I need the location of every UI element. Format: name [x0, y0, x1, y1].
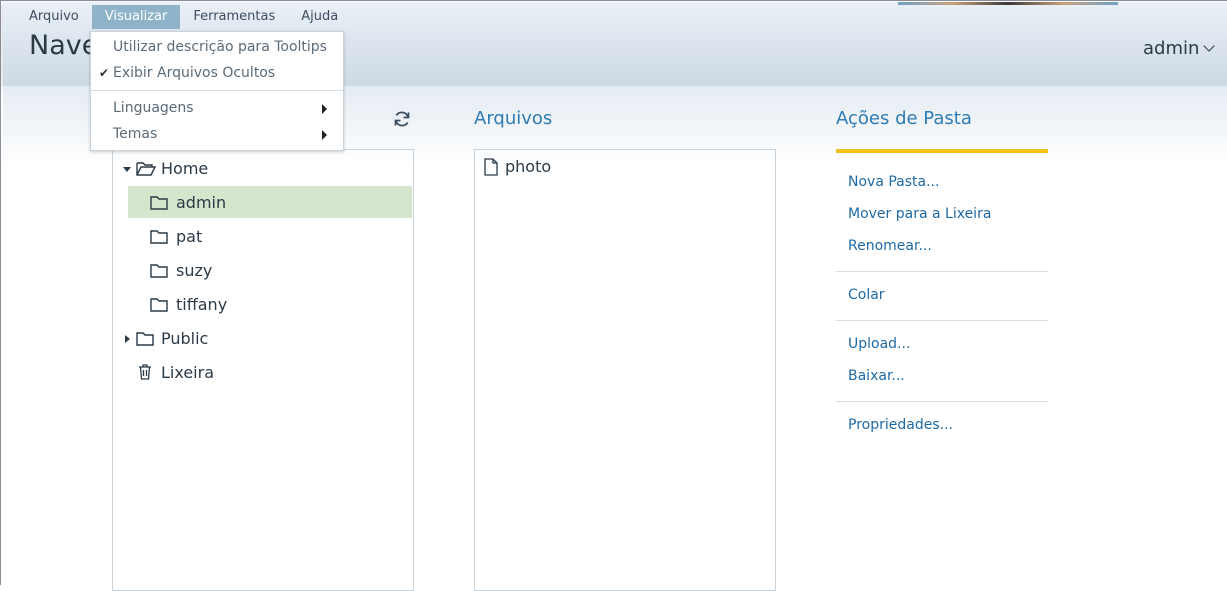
menu-visualizar[interactable]: Visualizar: [91, 5, 181, 29]
submenu-arrow-icon: [322, 130, 327, 140]
menu-item-languages[interactable]: Linguagens: [91, 95, 343, 121]
folder-icon: [150, 298, 168, 312]
refresh-icon[interactable]: [393, 110, 411, 128]
menu-ferramentas[interactable]: Ferramentas: [180, 5, 288, 29]
tree-item-lixeira[interactable]: Lixeira: [120, 357, 410, 389]
menu-item-themes[interactable]: Temas: [91, 121, 343, 147]
file-icon: [484, 158, 498, 176]
caret-right-icon[interactable]: [122, 334, 132, 344]
tree-item-pat[interactable]: pat: [150, 221, 410, 253]
caret-down-icon[interactable]: [122, 164, 132, 174]
tree-item-suzy[interactable]: suzy: [150, 255, 410, 287]
folder-actions-accent-bar: [836, 149, 1048, 153]
chevron-down-icon: [1203, 40, 1216, 52]
tree-item-admin[interactable]: admin: [150, 187, 410, 219]
header-banner-image: [898, 2, 1118, 5]
action-divider: [836, 320, 1048, 321]
action-move-to-trash[interactable]: Mover para a Lixeira: [848, 206, 991, 222]
tree-item-public[interactable]: Public: [120, 323, 410, 355]
menu-divider: [91, 90, 343, 91]
submenu-arrow-icon: [322, 104, 327, 114]
user-menu[interactable]: admin: [1143, 38, 1216, 59]
action-new-folder[interactable]: Nova Pasta...: [848, 174, 939, 190]
files-panel: [474, 149, 776, 591]
checkmark-icon: ✔: [99, 66, 110, 80]
folder-icon: [150, 230, 168, 244]
username: admin: [1143, 38, 1200, 59]
action-divider: [836, 401, 1048, 402]
action-properties[interactable]: Propriedades...: [848, 417, 953, 433]
tree-item-tiffany[interactable]: tiffany: [150, 289, 410, 321]
menubar: Arquivo Visualizar Ferramentas Ajuda: [16, 5, 351, 29]
action-paste[interactable]: Colar: [848, 287, 885, 303]
folder-icon: [150, 196, 168, 210]
tree-item-home[interactable]: Home: [120, 153, 410, 185]
action-divider: [836, 271, 1048, 272]
action-upload[interactable]: Upload...: [848, 336, 910, 352]
folder-icon: [150, 264, 168, 278]
menu-arquivo[interactable]: Arquivo: [16, 5, 92, 29]
menu-item-hidden-files[interactable]: ✔ Exibir Arquivos Ocultos: [91, 60, 343, 86]
trash-icon: [139, 364, 151, 380]
menu-ajuda[interactable]: Ajuda: [288, 5, 351, 29]
folder-icon: [136, 332, 154, 346]
menu-item-tooltips[interactable]: Utilizar descrição para Tooltips: [91, 34, 343, 60]
view-dropdown-menu: Utilizar descrição para Tooltips ✔ Exibi…: [90, 31, 344, 151]
action-download[interactable]: Baixar...: [848, 368, 905, 384]
action-rename[interactable]: Renomear...: [848, 238, 932, 254]
folder-open-icon: [136, 162, 156, 176]
files-title: Arquivos: [474, 108, 553, 129]
folder-actions-title: Ações de Pasta: [836, 108, 972, 129]
